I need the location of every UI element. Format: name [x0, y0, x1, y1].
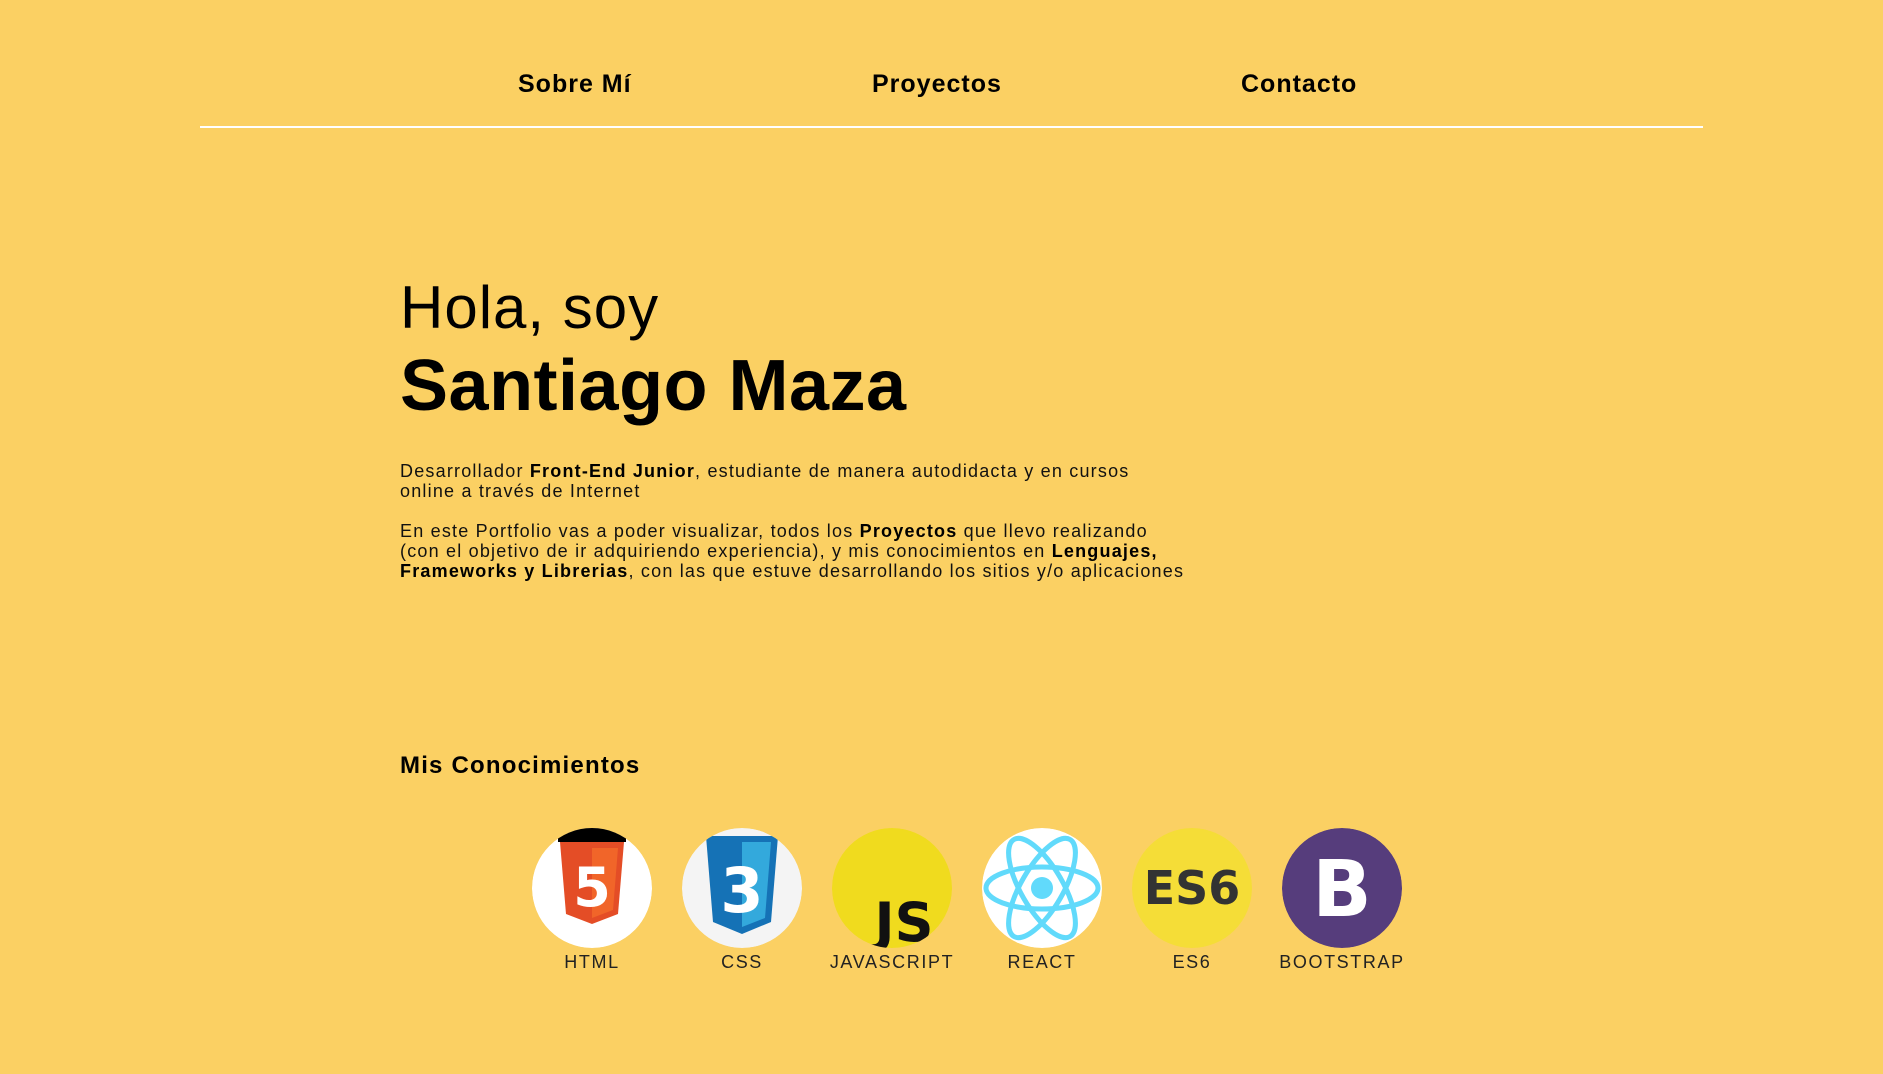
html5-icon: 5	[532, 828, 652, 948]
es6-icon: ES6	[1132, 828, 1252, 948]
skill-bootstrap: B BOOTSTRAP	[1277, 828, 1407, 973]
intro-paragraph: Desarrollador Front-End Junior, estudian…	[400, 461, 1190, 501]
skill-label: BOOTSTRAP	[1279, 952, 1405, 972]
skill-css: 3 CSS	[677, 828, 807, 973]
projects-highlight: Proyectos	[859, 521, 958, 541]
hero-name: Santiago Maza	[400, 346, 907, 426]
css3-icon: 3	[682, 828, 802, 948]
skill-label: REACT	[1007, 952, 1077, 972]
skill-label: HTML	[564, 952, 620, 972]
skills-title: Mis Conocimientos	[400, 752, 641, 779]
svg-text:3: 3	[720, 854, 763, 927]
svg-text:ES6: ES6	[1144, 861, 1241, 915]
skill-html: 5 HTML	[527, 828, 657, 973]
svg-text:JS: JS	[871, 891, 934, 948]
svg-text:5: 5	[573, 856, 611, 919]
skill-label: JAVASCRIPT	[829, 952, 955, 972]
top-navigation: Sobre Mí Proyectos Contacto	[200, 0, 1703, 128]
nav-link-proyectos[interactable]: Proyectos	[872, 70, 1002, 99]
nav-link-sobre-mi[interactable]: Sobre Mí	[518, 70, 632, 99]
react-icon	[982, 828, 1102, 948]
hero-greeting: Hola, soy	[400, 274, 660, 341]
portfolio-text: , con las que estuve desarrollando los s…	[628, 561, 1185, 581]
portfolio-text: En este Portfolio vas a poder visualizar…	[400, 521, 860, 541]
skill-javascript: JS JAVASCRIPT	[827, 828, 957, 973]
svg-text:B: B	[1312, 845, 1371, 935]
skill-label: CSS	[721, 952, 763, 972]
javascript-icon: JS	[832, 828, 952, 948]
bootstrap-icon: B	[1282, 828, 1402, 948]
skill-label: ES6	[1172, 952, 1212, 972]
skill-react: REACT	[977, 828, 1107, 973]
portfolio-page: Sobre Mí Proyectos Contacto Hola, soy Sa…	[0, 0, 1883, 1074]
intro-role-highlight: Front-End Junior	[529, 461, 696, 481]
skill-es6: ES6 ES6	[1127, 828, 1257, 973]
portfolio-paragraph: En este Portfolio vas a poder visualizar…	[400, 521, 1190, 581]
intro-text: Desarrollador	[400, 461, 530, 481]
nav-link-contacto[interactable]: Contacto	[1241, 70, 1357, 99]
